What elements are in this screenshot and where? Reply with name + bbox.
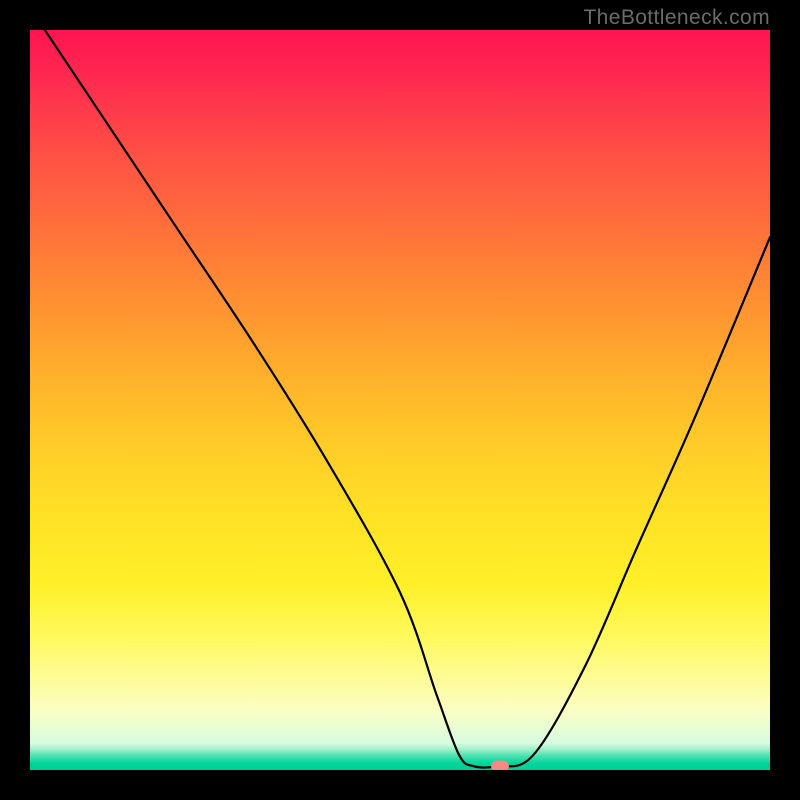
optimal-point-marker xyxy=(491,761,509,770)
plot-area xyxy=(30,30,770,770)
watermark-label: TheBottleneck.com xyxy=(583,6,770,30)
chart-frame: TheBottleneck.com xyxy=(0,0,800,800)
bottleneck-line xyxy=(30,30,770,770)
